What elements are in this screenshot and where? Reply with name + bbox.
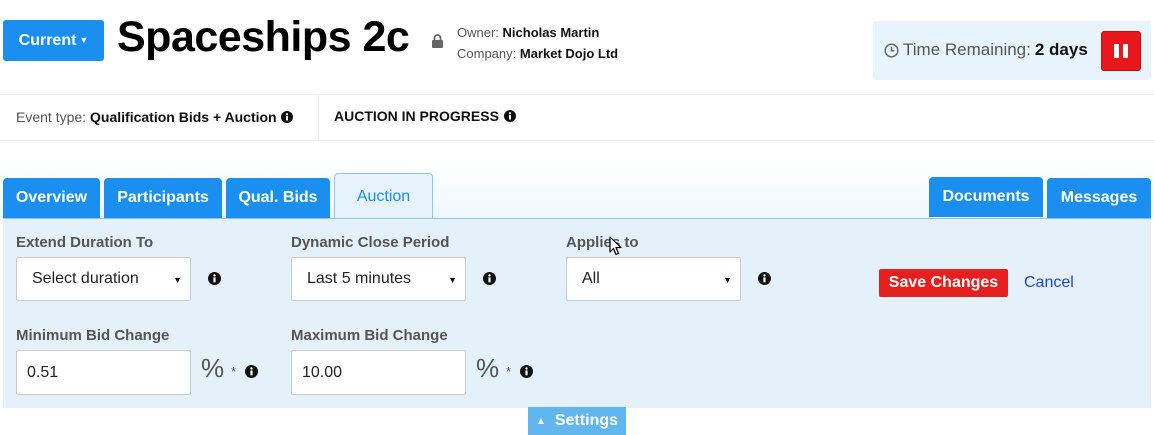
percent-sign: %: [201, 353, 225, 383]
max-bid-change-input[interactable]: 10.00: [291, 350, 466, 395]
applies-to-value: All: [582, 270, 600, 287]
info-icon[interactable]: [520, 365, 533, 378]
cancel-link[interactable]: Cancel: [1024, 274, 1074, 292]
company-line: Company: Market Dojo Ltd: [457, 43, 618, 64]
time-remaining-box: Time Remaining: 2 days: [873, 21, 1151, 80]
auction-page: Current ▼ Spaceships 2c Owner: Nicholas …: [0, 0, 1154, 435]
caret-down-icon: ▼: [79, 34, 89, 45]
pause-icon: [1114, 44, 1119, 58]
dynamic-close-select[interactable]: Last 5 minutes ▼: [291, 257, 466, 301]
tab-documents[interactable]: Documents: [929, 177, 1043, 217]
tab-participants[interactable]: Participants: [104, 178, 222, 218]
clock-icon: [884, 42, 899, 58]
save-changes-button[interactable]: Save Changes: [879, 269, 1008, 297]
applies-to-label: Applies to: [566, 234, 639, 251]
auction-status-label: AUCTION IN PROGRESS: [334, 108, 499, 124]
dynamic-close-label: Dynamic Close Period: [291, 234, 450, 251]
extend-duration-label: Extend Duration To: [16, 234, 154, 251]
event-meta: Owner: Nicholas Martin Company: Market D…: [457, 22, 618, 64]
owner-label: Owner:: [457, 25, 499, 40]
info-icon[interactable]: [280, 111, 293, 123]
owner-line: Owner: Nicholas Martin: [457, 22, 618, 43]
dynamic-close-value: Last 5 minutes: [307, 270, 412, 287]
page-title: Spaceships 2c: [117, 13, 410, 61]
time-remaining: Time Remaining: 2 days: [884, 40, 1088, 60]
info-icon[interactable]: [245, 365, 258, 378]
settings-toggle-button[interactable]: ▲ Settings: [528, 407, 626, 435]
time-remaining-value: 2 days: [1034, 40, 1088, 59]
tab-qual-bids[interactable]: Qual. Bids: [226, 178, 330, 218]
tab-messages[interactable]: Messages: [1047, 178, 1151, 218]
info-icon[interactable]: [483, 272, 496, 285]
current-label: Current: [18, 31, 77, 49]
applies-to-select[interactable]: All ▼: [566, 257, 741, 301]
event-type: Event type: Qualification Bids + Auction: [16, 109, 293, 125]
auction-status: AUCTION IN PROGRESS: [334, 108, 516, 124]
auction-settings-panel: Extend Duration To Select duration ▼ Dyn…: [3, 218, 1151, 408]
required-mark: *: [506, 364, 512, 379]
percent-sign: %: [476, 353, 500, 383]
mouse-cursor-icon: [609, 236, 622, 256]
tab-overview[interactable]: Overview: [3, 178, 100, 218]
info-icon[interactable]: [503, 110, 516, 122]
event-type-value: Qualification Bids + Auction: [90, 109, 277, 125]
company-value: Market Dojo Ltd: [519, 46, 619, 61]
select-arrow-icon: ▼: [173, 275, 182, 285]
divider: [318, 95, 319, 141]
owner-value: Nicholas Martin: [502, 25, 600, 40]
settings-label: Settings: [554, 412, 619, 429]
min-bid-change-input[interactable]: 0.51: [16, 350, 191, 395]
required-mark: *: [231, 364, 237, 379]
select-arrow-icon: ▼: [448, 275, 457, 285]
event-info-strip: Event type: Qualification Bids + Auction…: [0, 94, 1154, 141]
company-label: Company:: [457, 46, 517, 61]
info-icon[interactable]: [208, 272, 221, 285]
info-icon[interactable]: [758, 272, 771, 285]
min-bid-change-label: Minimum Bid Change: [16, 327, 170, 344]
time-remaining-label: Time Remaining:: [903, 40, 1031, 59]
max-bid-change-label: Maximum Bid Change: [291, 327, 448, 344]
tab-auction[interactable]: Auction: [334, 173, 433, 219]
extend-duration-select[interactable]: Select duration ▼: [16, 257, 191, 301]
extend-duration-value: Select duration: [32, 270, 139, 287]
chevron-up-icon: ▲: [535, 415, 546, 427]
lock-icon: [432, 34, 443, 48]
current-dropdown-button[interactable]: Current ▼: [3, 20, 104, 61]
event-type-label: Event type:: [16, 109, 87, 125]
select-arrow-icon: ▼: [723, 275, 732, 285]
pause-button[interactable]: [1101, 31, 1141, 71]
